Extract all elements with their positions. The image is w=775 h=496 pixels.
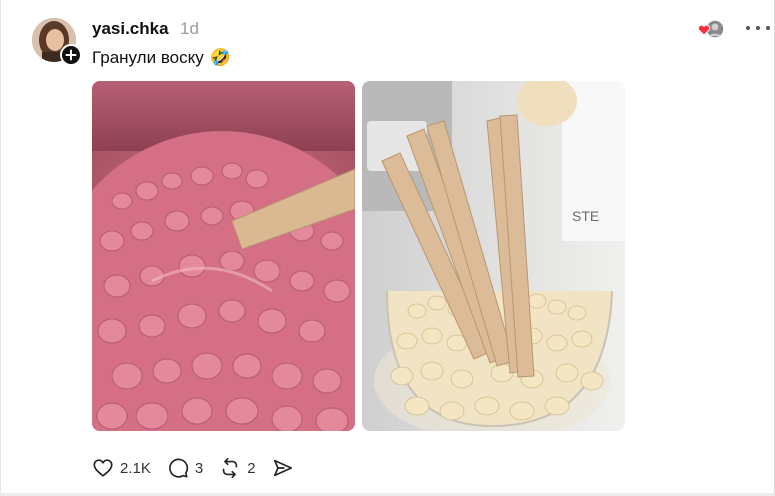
comment-count: 3	[194, 459, 204, 477]
liked-by-avatars[interactable]	[697, 19, 727, 39]
more-icon	[746, 26, 750, 30]
caption-emoji: 🤣	[209, 48, 231, 67]
author-avatar[interactable]	[32, 18, 82, 66]
share-button[interactable]	[272, 457, 294, 479]
post-image-pink-wax[interactable]	[92, 81, 355, 431]
repost-icon	[222, 458, 238, 478]
svg-text:STE: STE	[572, 208, 599, 224]
comment-button[interactable]: 3	[167, 457, 203, 479]
repost-button[interactable]: 2	[219, 457, 256, 479]
like-button[interactable]: 2.1K	[92, 457, 151, 479]
post-image-white-wax[interactable]: STE	[362, 81, 625, 431]
like-count: 2.1K	[120, 459, 151, 477]
plus-icon	[65, 49, 77, 61]
username[interactable]: yasi.chka	[92, 19, 169, 39]
caption-text: Гранули воску	[92, 48, 204, 67]
heart-icon	[93, 459, 113, 477]
follow-button[interactable]	[60, 44, 82, 66]
repost-count: 2	[247, 459, 256, 477]
post-actions: 2.1K 3 2	[92, 454, 310, 482]
timestamp[interactable]: 1d	[180, 19, 199, 39]
post-caption: Гранули воску 🤣	[92, 48, 231, 68]
comment-icon	[169, 458, 188, 478]
more-options-button[interactable]	[746, 20, 770, 36]
share-icon	[273, 459, 292, 477]
